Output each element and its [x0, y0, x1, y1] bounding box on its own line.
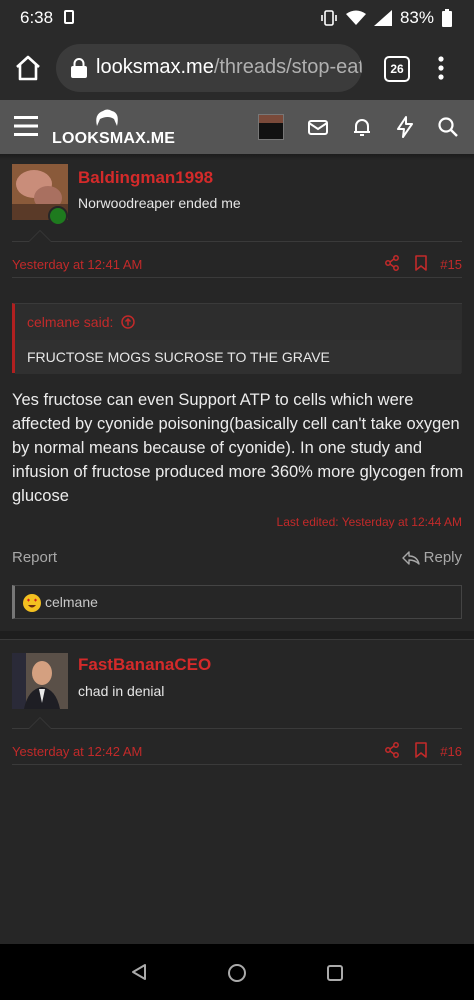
back-icon[interactable]	[130, 963, 148, 981]
heart-eyes-emoji-icon	[23, 594, 41, 612]
post-number-link[interactable]: #15	[440, 257, 462, 272]
search-icon[interactable]	[436, 115, 460, 139]
share-icon[interactable]	[384, 255, 400, 271]
recents-icon[interactable]	[326, 964, 344, 982]
post-divider	[12, 241, 462, 242]
user-title: Norwoodreaper ended me	[78, 195, 241, 211]
username-link[interactable]: FastBananaCEO	[78, 655, 211, 675]
quote-block: celmane said: FRUCTOSE MOGS SUCROSE TO T…	[12, 303, 462, 374]
home-icon[interactable]	[14, 54, 42, 82]
bolt-icon[interactable]	[393, 115, 417, 139]
post-divider	[12, 728, 462, 729]
meta-divider	[12, 764, 462, 765]
url-text: looksmax.me/threads/stop-eat	[96, 56, 362, 79]
post-number-link[interactable]: #16	[440, 744, 462, 759]
battery-icon	[442, 9, 452, 27]
browser-toolbar: looksmax.me/threads/stop-eat 26	[0, 36, 474, 100]
url-path: /threads/stop-eat	[213, 56, 362, 78]
post-date-link[interactable]: Yesterday at 12:42 AM	[12, 744, 142, 759]
report-link[interactable]: Report	[12, 549, 57, 566]
reply-label: Reply	[423, 549, 462, 566]
post-meta: Yesterday at 12:42 AM #16	[12, 736, 462, 764]
post-body: Yes fructose can even Support ATP to cel…	[12, 391, 464, 505]
username-link[interactable]: Baldingman1998	[78, 168, 213, 188]
wifi-icon	[345, 10, 366, 25]
avatar-image	[259, 115, 283, 139]
status-time: 6:38	[20, 8, 54, 27]
bookmark-icon[interactable]	[414, 742, 428, 758]
online-status-icon	[48, 206, 68, 226]
home-nav-icon[interactable]	[227, 963, 247, 983]
site-header: LOOKSMAX.ME	[0, 100, 474, 154]
share-icon[interactable]	[384, 742, 400, 758]
reactions-bar[interactable]: celmane	[12, 585, 462, 619]
lock-icon	[71, 58, 87, 78]
address-bar[interactable]: looksmax.me/threads/stop-eat	[56, 44, 362, 92]
account-avatar[interactable]	[258, 114, 284, 140]
battery-percent: 83%	[399, 8, 434, 27]
more-menu-icon[interactable]	[438, 56, 444, 80]
post-arrow	[28, 230, 52, 242]
hamburger-menu-icon[interactable]	[14, 116, 38, 136]
post-user-block: FastBananaCEO chad in denial	[12, 653, 462, 713]
url-domain: looksmax.me	[96, 56, 214, 78]
system-nav-bar	[0, 944, 474, 1000]
post-separator	[0, 631, 474, 640]
post-arrow	[28, 717, 52, 729]
bookmark-icon[interactable]	[414, 255, 428, 271]
tab-switcher-button[interactable]: 26	[384, 56, 410, 82]
jump-to-quote-icon[interactable]	[121, 315, 136, 329]
inbox-icon[interactable]	[306, 115, 330, 139]
post-date-link[interactable]: Yesterday at 12:41 AM	[12, 257, 142, 272]
hair-logo-icon	[96, 109, 118, 126]
status-bar: 6:38 83%	[0, 0, 474, 36]
signal-icon	[373, 10, 392, 26]
post-user-block: Baldingman1998 Norwoodreaper ended me	[12, 164, 462, 226]
quote-body: FRUCTOSE MOGS SUCROSE TO THE GRAVE	[15, 340, 461, 374]
quote-text: FRUCTOSE MOGS SUCROSE TO THE GRAVE	[27, 349, 330, 365]
reply-button[interactable]: Reply	[401, 549, 462, 566]
bell-icon[interactable]	[350, 115, 374, 139]
post-meta: Yesterday at 12:41 AM #15	[12, 249, 462, 277]
quote-author: celmane said:	[27, 314, 114, 330]
status-icons: 83%	[320, 8, 452, 28]
last-edited: Last edited: Yesterday at 12:44 AM	[276, 515, 462, 529]
vibrate-icon	[321, 10, 337, 26]
quote-header[interactable]: celmane said:	[27, 314, 136, 330]
meta-divider	[12, 277, 462, 278]
site-logo[interactable]: LOOKSMAX.ME	[52, 106, 175, 150]
reply-icon	[401, 550, 420, 565]
user-title: chad in denial	[78, 683, 165, 699]
header-shadow	[0, 154, 474, 160]
reaction-user[interactable]: celmane	[45, 594, 98, 610]
user-avatar[interactable]	[12, 653, 68, 709]
logo-text: LOOKSMAX.ME	[52, 130, 176, 147]
sim-icon	[64, 10, 74, 24]
